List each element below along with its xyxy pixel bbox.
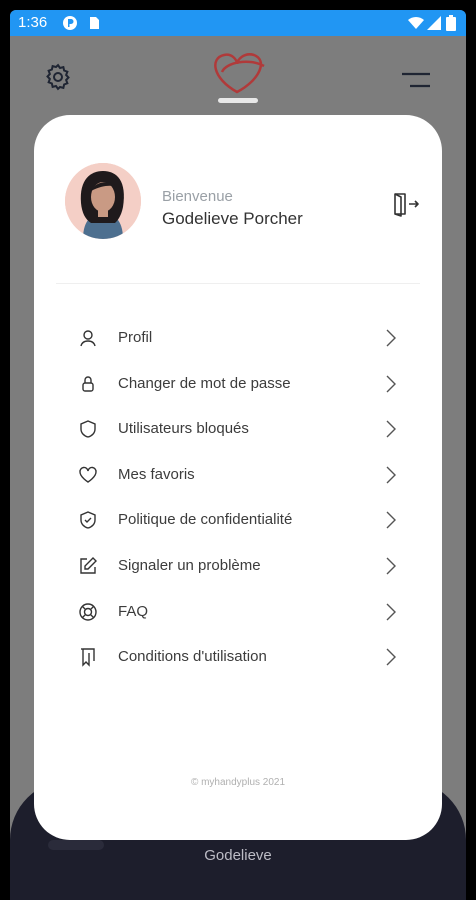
menu-item-label: Changer de mot de passe: [118, 374, 291, 392]
settings-gear-icon[interactable]: [43, 62, 73, 92]
sheet-drag-handle[interactable]: [218, 98, 258, 103]
menu-item-label: Utilisateurs bloqués: [118, 420, 249, 438]
welcome-label: Bienvenue: [162, 188, 233, 205]
settings-menu: Profil Changer de mot de passe Utilisate…: [34, 315, 442, 680]
sd-card-icon: [90, 17, 99, 29]
menu-item-profil[interactable]: Profil: [34, 315, 442, 361]
wifi-icon: [408, 16, 424, 29]
menu-item-terms[interactable]: Conditions d'utilisation: [34, 634, 442, 680]
user-icon: [80, 330, 96, 347]
menu-item-change-password[interactable]: Changer de mot de passe: [34, 361, 442, 407]
menu-item-privacy-policy[interactable]: Politique de confidentialité: [34, 497, 442, 543]
menu-item-label: Profil: [118, 329, 153, 346]
menu-item-label: Signaler un problème: [118, 556, 261, 574]
scroll-icon: [81, 648, 95, 667]
menu-item-label: Conditions d'utilisation: [118, 648, 267, 666]
signal-icon: [427, 16, 441, 30]
chevron-right-icon: [386, 511, 396, 529]
menu-item-label: Mes favoris: [118, 465, 195, 483]
copyright-text: © myhandyplus 2021: [190, 777, 286, 788]
battery-icon: [446, 15, 456, 31]
menu-item-faq[interactable]: FAQ: [34, 589, 442, 635]
menu-item-label: FAQ: [118, 602, 149, 620]
shield-check-icon: [80, 511, 96, 530]
status-bar: 1:36: [10, 10, 466, 36]
menu-item-favorites[interactable]: Mes favoris: [34, 452, 442, 498]
chevron-right-icon: [386, 420, 396, 438]
menu-item-label: Politique de confidentialité: [118, 511, 293, 529]
chevron-right-icon: [386, 603, 396, 621]
profile-sheet: Bienvenue Godelieve Porcher Profil Chang…: [34, 115, 442, 840]
menu-item-report-problem[interactable]: Signaler un problème: [34, 543, 442, 589]
user-name: Godelieve Porcher: [162, 209, 303, 228]
app-notification-icon: [63, 16, 77, 30]
status-time: 1:36: [18, 14, 48, 31]
edit-icon: [80, 556, 97, 574]
chevron-right-icon: [386, 648, 396, 666]
avatar-portrait: [65, 163, 141, 239]
chevron-right-icon: [386, 466, 396, 484]
chevron-right-icon: [386, 557, 396, 575]
avatar: [65, 163, 141, 239]
menu-item-blocked-users[interactable]: Utilisateurs bloqués: [34, 406, 442, 452]
chevron-right-icon: [386, 329, 396, 347]
shield-icon: [80, 420, 96, 438]
bottom-user-name: Godelieve: [204, 847, 272, 864]
heart-icon: [79, 466, 97, 483]
phone-screen: 1:36 Godelieve Bienvenue Godelieve Porch…: [10, 10, 466, 900]
lock-icon: [82, 375, 94, 392]
lifebuoy-icon: [79, 602, 97, 621]
logout-icon[interactable]: [391, 191, 421, 217]
divider: [56, 283, 420, 284]
chevron-right-icon: [386, 375, 396, 393]
app-logo: [214, 53, 265, 94]
menu-icon[interactable]: [400, 70, 432, 92]
